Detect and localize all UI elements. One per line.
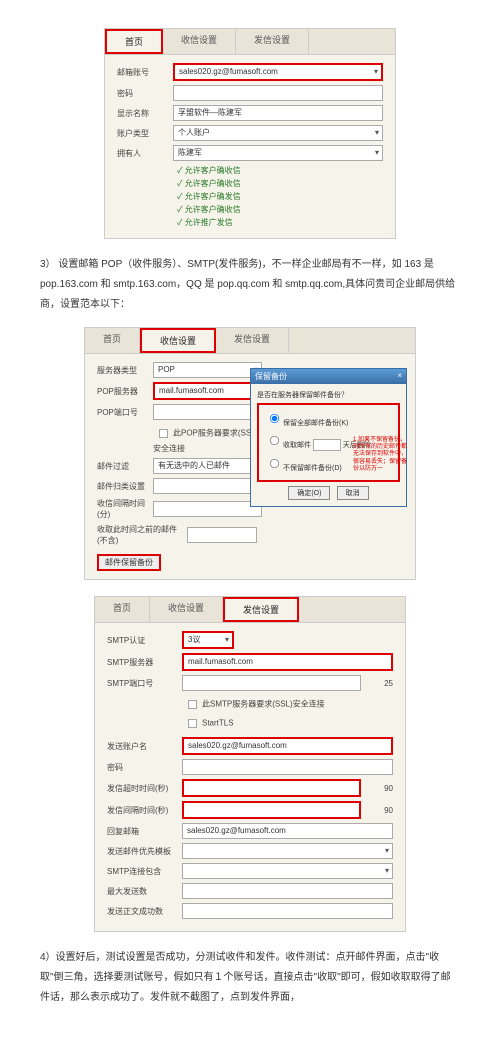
account-type-field[interactable]: 个人账户 <box>173 125 383 141</box>
before-label: 收取此时间之前的邮件(不含) <box>97 524 187 546</box>
dialog-warning-note: 1.如果不保留备份，则所有的历史邮件都无法保存到软件中，很容易丢失；保留备份以防… <box>353 437 408 473</box>
pop-server-field[interactable]: mail.fumasoft.com <box>153 382 262 400</box>
account-type-label: 账户类型 <box>117 128 173 139</box>
opt-no-keep-label: 不保留邮件备份(D) <box>283 465 342 472</box>
ok-button[interactable]: 确定(O) <box>288 486 330 500</box>
owner-label: 拥有人 <box>117 148 173 159</box>
server-type-label: 服务器类型 <box>97 365 153 376</box>
tab-receive[interactable]: 收信设置 <box>150 597 223 622</box>
dialog-title-text: 保留备份 <box>255 371 287 382</box>
paragraph-3: 3） 设置邮箱 POP（收件服务）、SMTP(发件服务)，不一样企业邮局有不一样… <box>40 255 460 315</box>
close-icon[interactable]: × <box>397 371 402 382</box>
smtp-auth-label: SMTP认证 <box>107 635 182 646</box>
interval-label: 收信间隔时间(分) <box>97 498 153 520</box>
reply-field[interactable]: sales020.gz@fumasoft.com <box>182 823 393 839</box>
opt-keep-all-label: 保留全部邮件备份(K) <box>283 420 348 427</box>
max-rcpt-label: 最大发送数 <box>107 886 182 897</box>
receive-panel: 首页 收信设置 发信设置 服务器类型POP POP服务器mail.fumasof… <box>84 327 416 580</box>
tab-home[interactable]: 首页 <box>95 597 150 622</box>
allow-suc-label: 发送正文成功数 <box>107 906 182 917</box>
smtp-server-label: SMTP服务器 <box>107 657 182 668</box>
owner-field[interactable]: 陈建军 <box>173 145 383 161</box>
mail-account-field[interactable]: sales020.gz@fumasoft.com <box>173 63 383 81</box>
pop-port-field[interactable] <box>153 404 262 420</box>
category-field[interactable] <box>153 478 262 494</box>
dialog-titlebar: 保留备份 × <box>251 369 406 384</box>
opt-keep-all[interactable] <box>270 414 279 423</box>
opt-delete-after-label: 收取邮件 <box>283 442 311 449</box>
password-field[interactable] <box>173 85 383 101</box>
tpl-field[interactable] <box>182 843 393 859</box>
tab-receive[interactable]: 收信设置 <box>140 328 216 353</box>
before-field[interactable] <box>187 527 257 543</box>
check-item: 允许客户确发信 <box>177 191 383 202</box>
password-label: 密码 <box>117 88 173 99</box>
tpl-label: 发送邮件优先模板 <box>107 846 182 857</box>
check-item: 允许客户确收信 <box>177 165 383 176</box>
tab-send[interactable]: 发信设置 <box>216 328 289 353</box>
check-item: 允许推广发信 <box>177 217 383 228</box>
filter-field[interactable]: 有无选中的人已邮件 <box>153 458 262 474</box>
pop-server-label: POP服务器 <box>97 386 153 397</box>
tabs-2: 首页 收信设置 发信设置 <box>85 328 415 354</box>
smtp-include-label: SMTP连接包含 <box>107 866 182 877</box>
reply-label: 回复邮箱 <box>107 826 182 837</box>
send-password-label: 密码 <box>107 762 182 773</box>
allow-suc-field[interactable] <box>182 903 393 919</box>
smtp-auth-field[interactable]: 3议 <box>182 631 234 649</box>
display-name-field[interactable]: 孚盟软件—陈建军 <box>173 105 383 121</box>
dialog-group-title: 是否在服务器保留邮件备份？ <box>257 390 400 400</box>
smtp-server-field[interactable]: mail.fumasoft.com <box>182 653 393 671</box>
mail-account-label: 邮箱账号 <box>117 67 173 78</box>
days-field[interactable] <box>313 439 341 451</box>
tab-send[interactable]: 发信设置 <box>223 597 299 622</box>
pop-port-label: POP端口号 <box>97 407 153 418</box>
paragraph-4: 4）设置好后，测试设置是否成功，分测试收件和发件。收件测试：点开邮件界面，点击"… <box>40 948 460 1008</box>
server-type-field[interactable]: POP <box>153 362 262 378</box>
tab-send[interactable]: 发信设置 <box>236 29 309 54</box>
gap-field[interactable] <box>182 801 361 819</box>
smtp-ssl-checkbox[interactable] <box>188 700 197 709</box>
backup-button[interactable]: 邮件保留备份 <box>97 554 161 571</box>
homepage-panel: 首页 收信设置 发信设置 邮箱账号sales020.gz@fumasoft.co… <box>104 28 396 239</box>
check-item: 允许客户确收信 <box>177 204 383 215</box>
smtp-port-label: SMTP端口号 <box>107 678 182 689</box>
tabs-3: 首页 收信设置 发信设置 <box>95 597 405 623</box>
max-rcpt-field[interactable] <box>182 883 393 899</box>
permission-checklist: 允许客户确收信 允许客户确收信 允许客户确发信 允许客户确收信 允许推广发信 <box>177 165 383 228</box>
display-name-label: 显示名称 <box>117 108 173 119</box>
smtp-port-suffix: 25 <box>361 679 393 688</box>
smtp-ssl-label: 此SMTP服务器要求(SSL)安全连接 <box>202 700 325 709</box>
send-account-label: 发送账户名 <box>107 741 182 752</box>
pop-ssl-checkbox[interactable] <box>159 429 168 438</box>
opt-no-keep[interactable] <box>270 459 279 468</box>
filter-label: 邮件过滤 <box>97 461 153 472</box>
check-item: 允许客户确收信 <box>177 178 383 189</box>
gap-suffix: 90 <box>361 806 393 815</box>
backup-dialog: 保留备份 × 是否在服务器保留邮件备份？ 保留全部邮件备份(K) 收取邮件 天后… <box>250 368 407 507</box>
tab-home[interactable]: 首页 <box>85 328 140 353</box>
interval-field[interactable] <box>153 501 262 517</box>
tabs-1: 首页 收信设置 发信设置 <box>105 29 395 55</box>
pop-ssl-label: 此POP服务器要求(SSL)安全连接 <box>153 429 258 453</box>
timeout-suffix: 90 <box>361 784 393 793</box>
smtp-include-field[interactable] <box>182 863 393 879</box>
category-label: 邮件归类设置 <box>97 481 153 492</box>
smtp-port-field[interactable] <box>182 675 361 691</box>
starttls-label: StartTLS <box>202 719 234 728</box>
timeout-field[interactable] <box>182 779 361 797</box>
send-password-field[interactable] <box>182 759 393 775</box>
starttls-checkbox[interactable] <box>188 719 197 728</box>
tab-receive[interactable]: 收信设置 <box>163 29 236 54</box>
cancel-button[interactable]: 取消 <box>337 486 369 500</box>
opt-delete-after[interactable] <box>270 436 279 445</box>
send-panel: 首页 收信设置 发信设置 SMTP认证3议 SMTP服务器mail.fumaso… <box>94 596 406 932</box>
timeout-label: 发信超时时间(秒) <box>107 783 182 794</box>
tab-home[interactable]: 首页 <box>105 29 163 54</box>
gap-label: 发信间隔时间(秒) <box>107 805 182 816</box>
send-account-field[interactable]: sales020.gz@fumasoft.com <box>182 737 393 755</box>
